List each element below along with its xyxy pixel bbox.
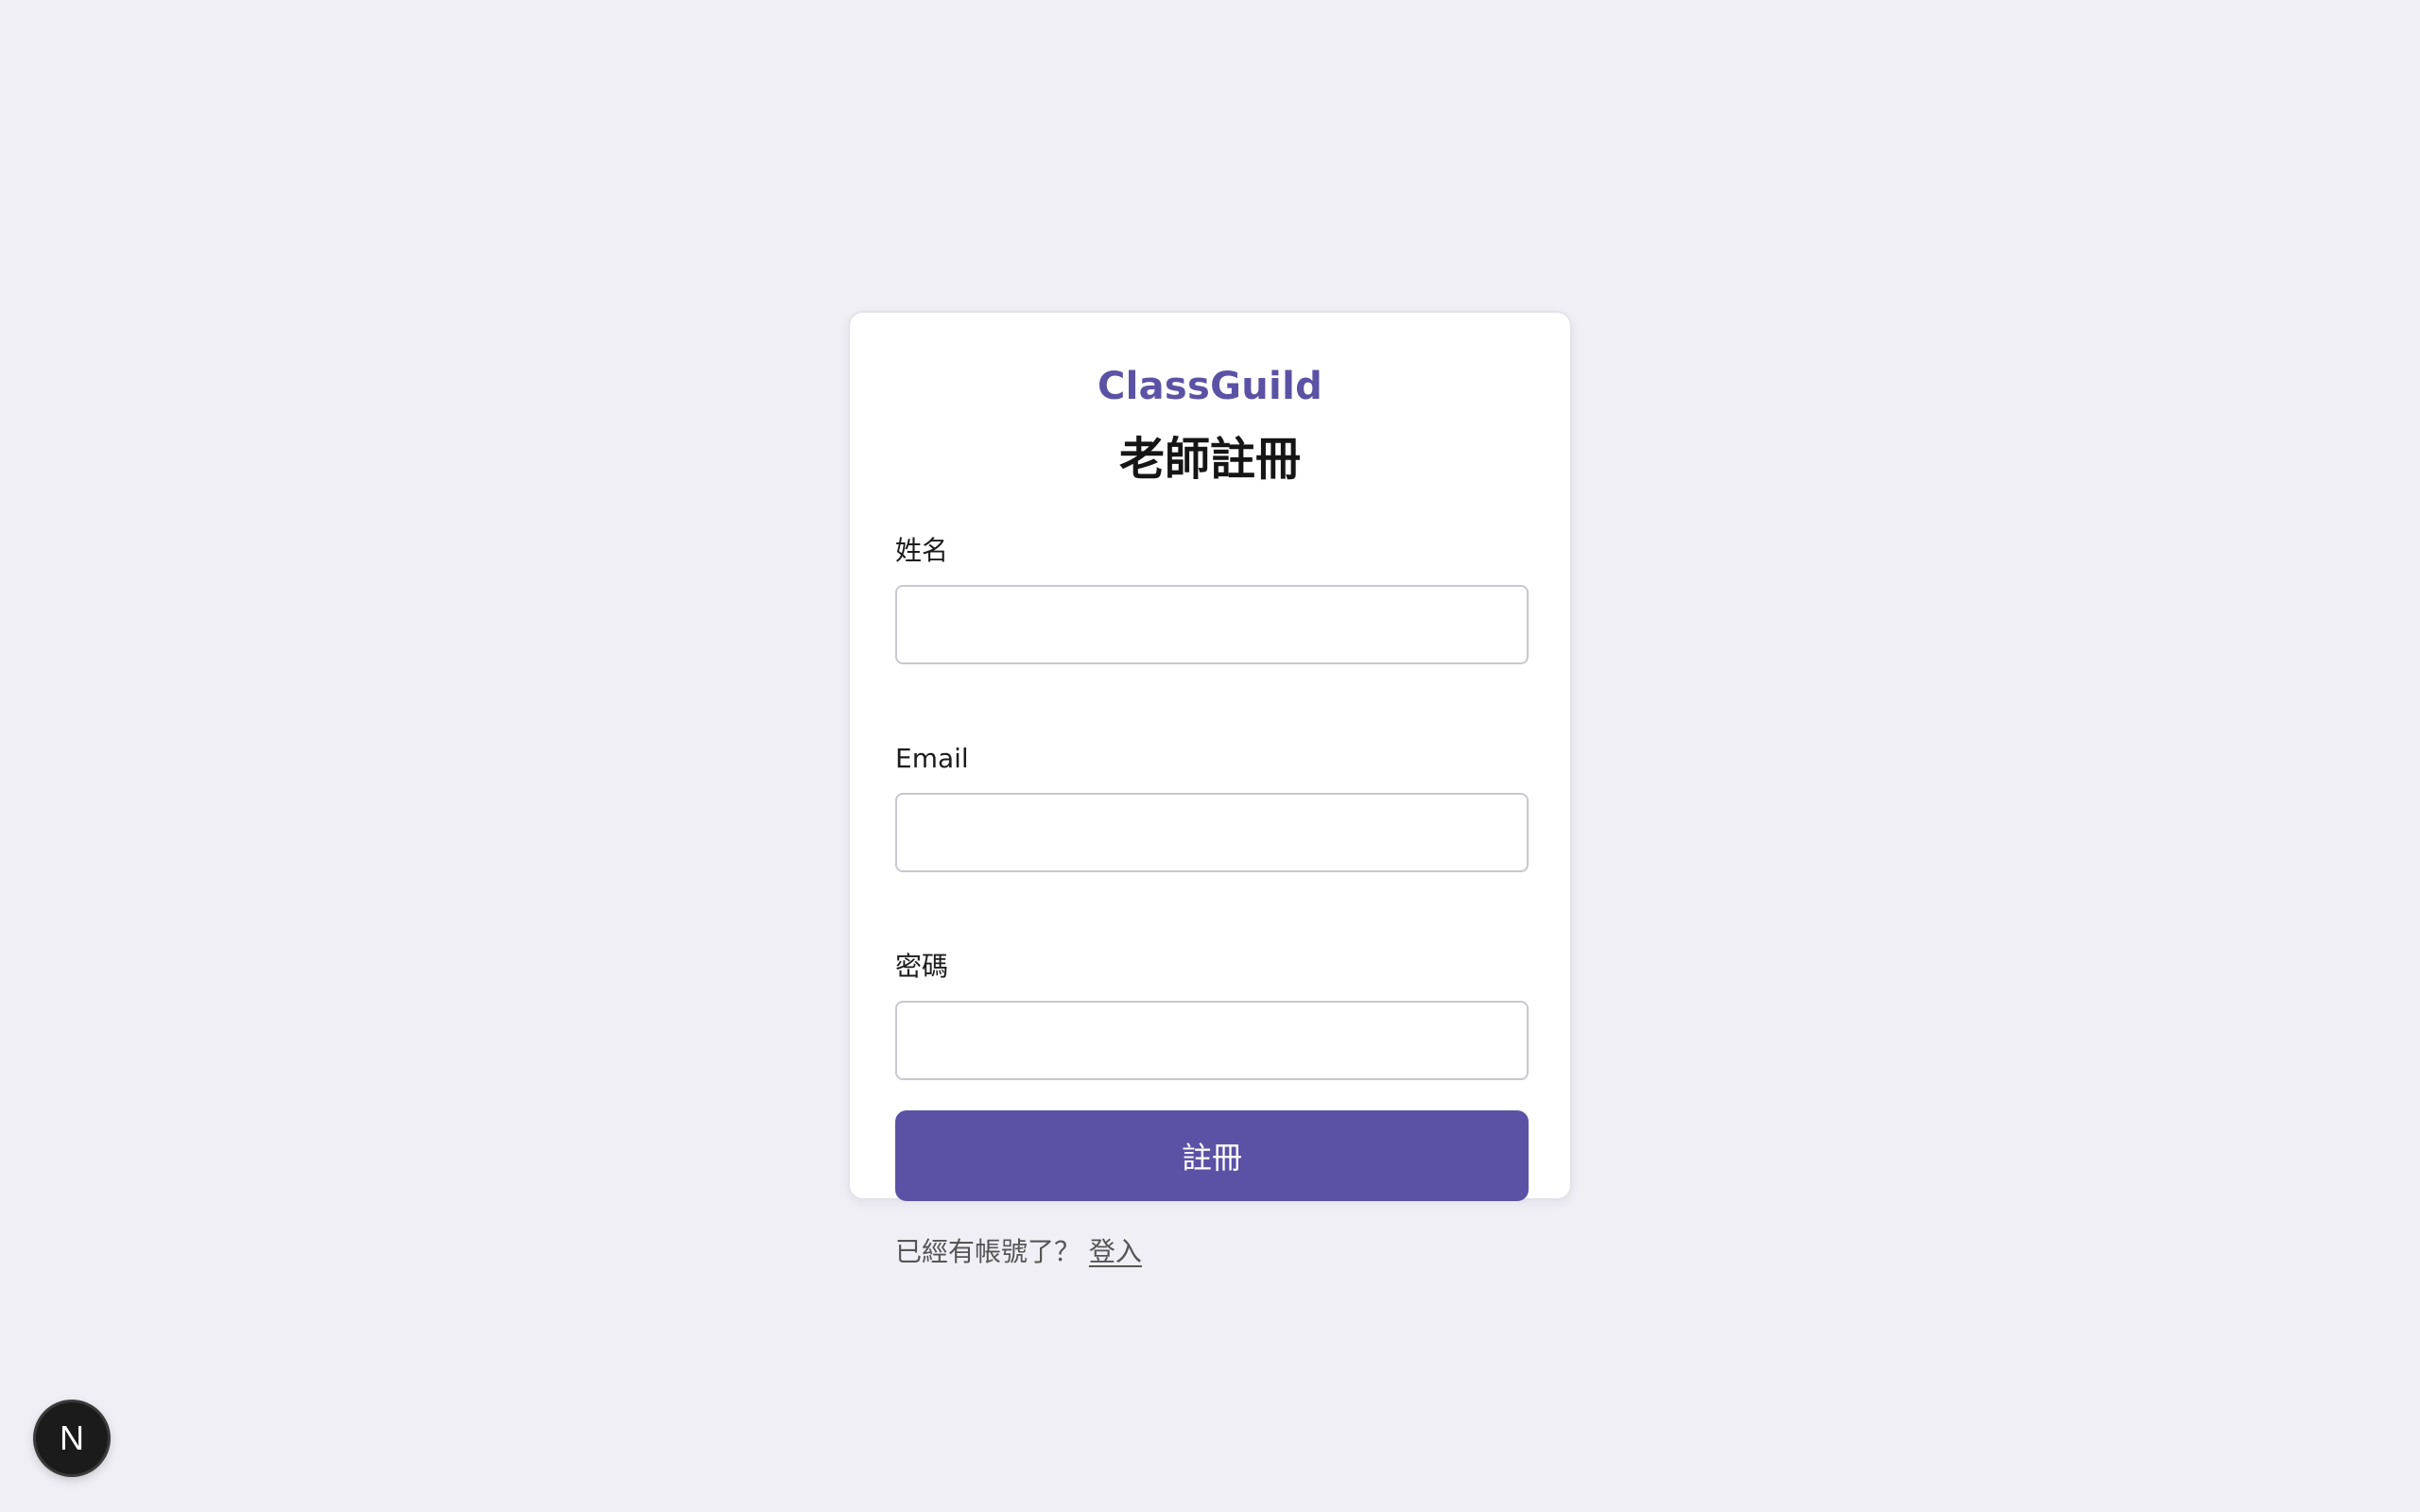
- register-button[interactable]: 註冊: [895, 1110, 1529, 1201]
- name-label: 姓名: [895, 535, 949, 566]
- email-label: Email: [895, 743, 969, 774]
- email-field-group: Email: [895, 740, 1529, 872]
- name-input[interactable]: [895, 585, 1529, 664]
- name-field-group: 姓名: [895, 532, 1529, 664]
- nextjs-icon[interactable]: N: [36, 1402, 108, 1474]
- brand-title: ClassGuild: [1097, 365, 1323, 408]
- login-prompt-text: 已經有帳號了？: [895, 1236, 1081, 1267]
- password-label: 密碼: [895, 951, 949, 982]
- nextjs-letter: N: [60, 1418, 84, 1457]
- login-link[interactable]: 登入: [1089, 1236, 1142, 1267]
- page-title: 老師註冊: [1118, 433, 1301, 486]
- email-input[interactable]: [895, 793, 1529, 872]
- signup-card: ClassGuild 老師註冊 姓名 Email 密碼 註冊 已經有帳號了？ 登…: [848, 311, 1572, 1267]
- password-input[interactable]: [895, 1001, 1529, 1080]
- password-field-group: 密碼: [895, 948, 1529, 1080]
- login-prompt: 已經有帳號了？ 登入: [895, 1233, 1525, 1271]
